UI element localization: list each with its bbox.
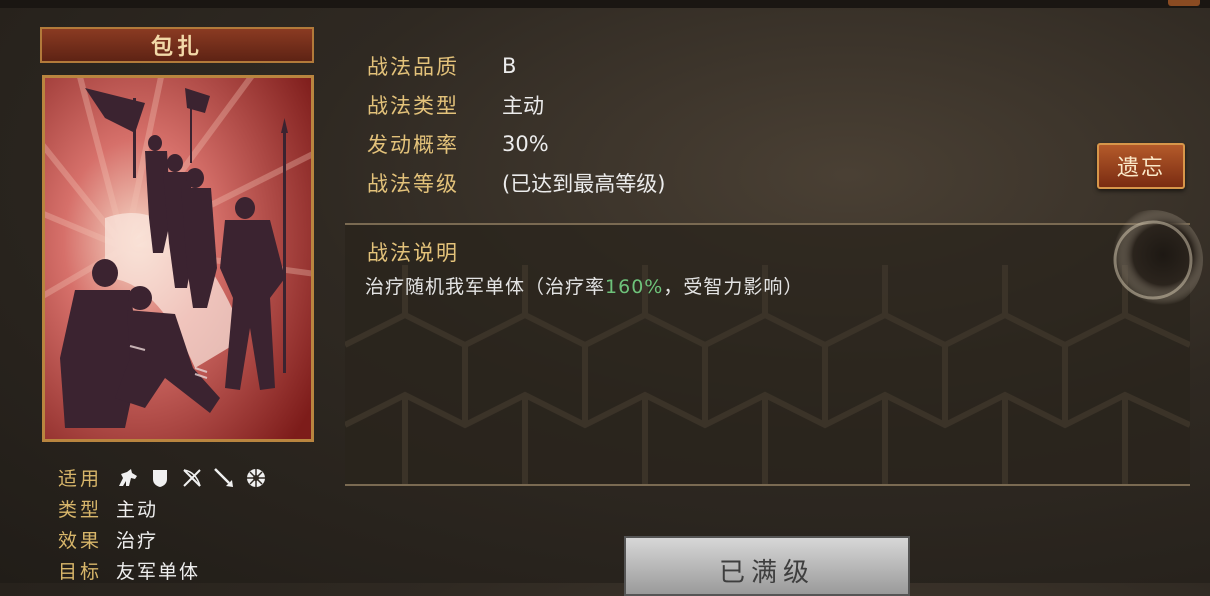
description-panel: 战法说明 治疗随机我军单体（治疗率160%，受智力影响） [345,225,1190,485]
description-title: 战法说明 [367,241,459,265]
effect-label: 效果 [58,530,103,552]
type-value: 主动 [116,499,159,521]
category-label: 战法类型 [367,93,459,118]
chance-label: 发动概率 [367,132,459,157]
description-text: 治疗随机我军单体（治疗率160%，受智力影响） [365,272,803,299]
chance-row: 发动概率 30% [367,124,665,163]
level-label: 战法等级 [367,171,459,196]
applicable-label: 适用 [58,468,103,490]
category-row: 战法类型 主动 [367,85,665,124]
applicable-unit-icons [116,466,268,490]
quality-value: B [502,53,517,78]
skill-name: 包扎 [150,35,203,60]
type-label: 类型 [58,499,103,521]
spear-icon [212,466,236,490]
description-highlight: 160% [605,276,664,298]
type-row: 类型 主动 [58,493,268,524]
close-corner[interactable] [1168,0,1200,6]
target-row: 目标 友军单体 [58,555,268,586]
chance-value: 30% [502,131,549,156]
applicable-row: 适用 [58,462,268,493]
skill-name-banner: 包扎 [40,27,314,63]
siege-icon [244,466,268,490]
panel-pattern [345,265,1190,485]
cavalry-icon [116,466,140,490]
category-value: 主动 [502,93,544,118]
ink-ornament [1103,210,1203,310]
target-label: 目标 [58,561,103,583]
forget-button[interactable]: 遗忘 [1097,143,1185,189]
shield-icon [148,466,172,490]
effect-row: 效果 治疗 [58,524,268,555]
skill-attributes: 适用 类型 主动 效果 治疗 目标 友军单体 [58,462,268,586]
level-row: 战法等级 (已达到最高等级) [367,163,665,202]
max-level-button[interactable]: 已满级 [624,536,910,596]
quality-row: 战法品质 B [367,46,665,85]
bottom-divider [345,484,1190,486]
effect-value: 治疗 [116,530,159,552]
skill-info-list: 战法品质 B 战法类型 主动 发动概率 30% 战法等级 (已达到最高等级) [367,46,665,202]
card-illustration [45,78,311,439]
target-value: 友军单体 [116,561,201,583]
level-value: (已达到最高等级) [502,171,666,196]
skill-card-art [42,75,314,442]
quality-label: 战法品质 [367,54,459,79]
top-bar [0,0,1210,8]
description-text-before: 治疗随机我军单体（治疗率 [365,276,606,298]
description-text-after: ，受智力影响） [663,276,804,298]
bow-icon [180,466,204,490]
